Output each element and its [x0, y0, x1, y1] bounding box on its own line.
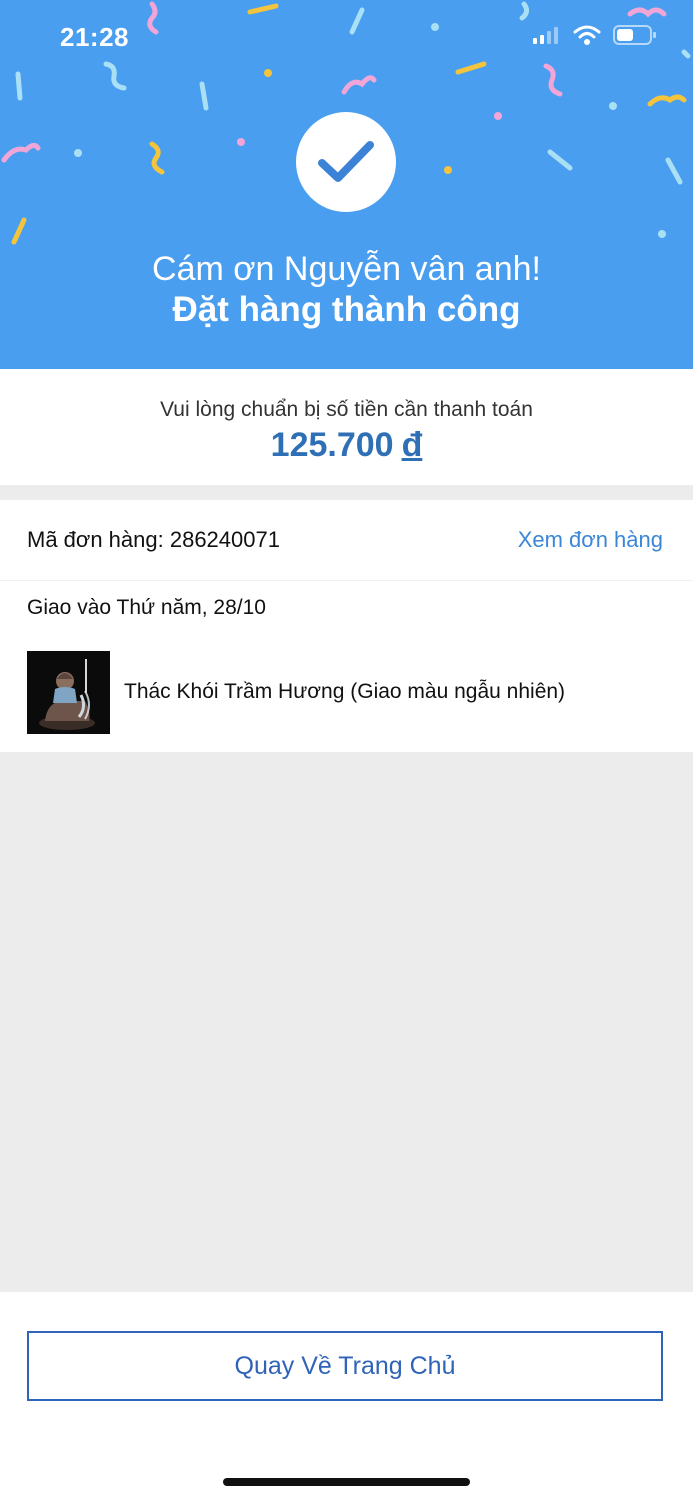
back-to-home-button[interactable]: Quay Về Trang Chủ — [27, 1331, 663, 1401]
delivery-date: Giao vào Thứ năm, 28/10 — [27, 596, 266, 619]
battery-icon — [613, 25, 656, 45]
status-icons — [531, 24, 657, 46]
product-name: Thác Khói Trầm Hương (Giao màu ngẫu nhiê… — [124, 680, 566, 703]
bottom-bar: Quay Về Trang Chủ — [0, 1292, 693, 1500]
payment-label: Vui lòng chuẩn bị số tiền cần thanh toán — [160, 398, 533, 421]
signal-icon — [533, 27, 558, 44]
payment-summary: Vui lòng chuẩn bị số tiền cần thanh toán… — [0, 369, 693, 485]
product-thumbnail[interactable] — [27, 651, 110, 734]
order-code-row: Mã đơn hàng: 286240071 Xem đơn hàng — [0, 500, 693, 581]
home-indicator — [223, 1478, 470, 1486]
checkmark-icon — [318, 141, 374, 182]
amount-value: 125.700 — [270, 426, 394, 464]
wifi-icon — [573, 25, 601, 45]
order-success-title: Đặt hàng thành công — [172, 290, 521, 329]
success-check-badge — [296, 112, 396, 212]
currency-symbol: đ — [401, 426, 423, 464]
thank-you-message: Cám ơn Nguyễn vân anh! — [152, 250, 541, 288]
order-details: Mã đơn hàng: 286240071 Xem đơn hàng Giao… — [0, 500, 693, 752]
view-order-link[interactable]: Xem đơn hàng — [518, 527, 663, 553]
order-code: Mã đơn hàng: 286240071 — [27, 527, 280, 552]
incense-burner-image — [27, 651, 110, 734]
payment-amount: 125.700 đ — [0, 426, 693, 465]
status-time: 21:28 — [60, 22, 129, 52]
success-header: 21:28 Cám ơn Nguyễn vân anh! Đặt hàng th… — [0, 0, 693, 369]
order-success-screen: 21:28 Cám ơn Nguyễn vân anh! Đặt hàng th… — [0, 0, 693, 1500]
